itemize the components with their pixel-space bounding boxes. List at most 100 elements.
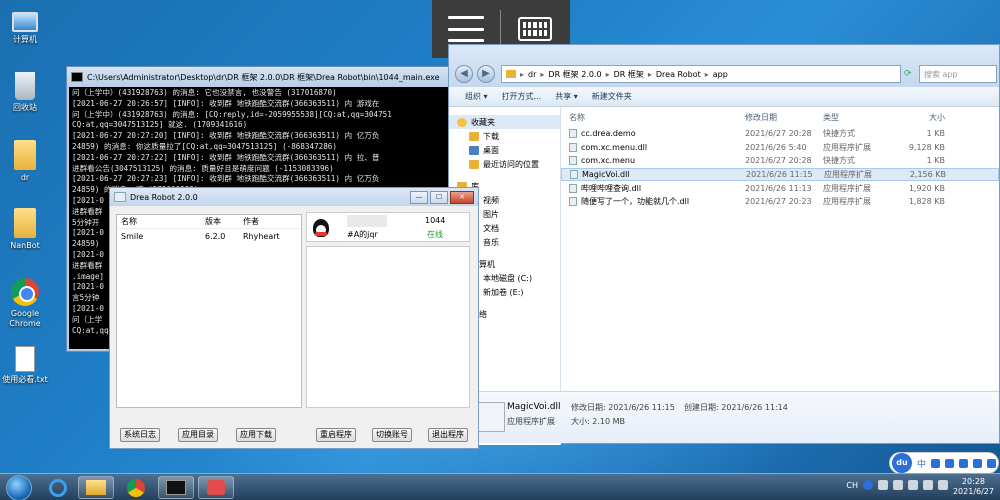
nav-item[interactable]: 下载 xyxy=(449,129,560,143)
breadcrumb-separator-icon: ▸ xyxy=(540,69,545,79)
console-title-bar[interactable]: C:\Users\Administrator\Desktop\dr\DR 框架 … xyxy=(67,67,475,87)
taskbar-console[interactable] xyxy=(158,476,194,499)
desktop-icon-nanbot[interactable]: NanBot xyxy=(4,208,46,251)
nickname-redacted xyxy=(347,215,387,227)
taskbar-explorer[interactable] xyxy=(78,476,114,499)
file-name-cell: MagicVoi.dll xyxy=(562,170,738,180)
robot-app-icon xyxy=(114,192,126,202)
file-row[interactable]: MagicVoi.dll 2021/6/26 11:15 应用程序扩展 2,156 K… xyxy=(561,167,999,182)
start-button[interactable] xyxy=(6,475,32,500)
share-button[interactable]: 共享 ▾ xyxy=(555,91,578,102)
console-line: 进群看公告(3047513125) 的消息: 质量好且是萌度问题 (-11530… xyxy=(72,163,334,173)
open-with-button[interactable]: 打开方式... xyxy=(502,91,542,102)
help-icon[interactable] xyxy=(878,480,888,490)
breadcrumb-item[interactable]: DR 框架 xyxy=(614,69,644,80)
column-name[interactable]: 名称 xyxy=(561,112,737,123)
breadcrumb-separator-icon: ▸ xyxy=(704,69,709,79)
switch-account-button[interactable]: 切换账号 xyxy=(372,428,412,442)
desktop-icon-dr[interactable]: dr xyxy=(4,140,46,183)
close-button[interactable]: ✕ xyxy=(450,190,474,204)
plugin-col-version[interactable]: 版本 xyxy=(201,216,239,227)
file-date: 2021/6/27 20:28 xyxy=(745,156,812,166)
file-date: 2021/6/26 5:40 xyxy=(745,142,807,152)
file-row[interactable]: cc.drea.demo 2021/6/27 20:28 快捷方式 1 KB xyxy=(561,127,999,141)
app-directory-button[interactable]: 应用目录 xyxy=(178,428,218,442)
file-row[interactable]: 哔哩哔哩查询.dll 2021/6/26 11:13 应用程序扩展 1,920 KB xyxy=(561,181,999,195)
breadcrumb-item[interactable]: app xyxy=(713,70,728,79)
flag-icon[interactable] xyxy=(908,480,918,490)
search-input[interactable]: 搜索 app xyxy=(919,65,997,83)
plugin-version: 6.2.0 xyxy=(205,231,226,241)
ime-language[interactable]: 中 xyxy=(917,457,926,470)
baidu-ime-tray-icon[interactable] xyxy=(863,480,873,490)
taskbar-chrome[interactable] xyxy=(118,476,154,499)
volume-icon[interactable] xyxy=(938,480,948,490)
file-row[interactable]: com.xc.menu 2021/6/27 20:28 快捷方式 1 KB xyxy=(561,154,999,168)
plugin-row[interactable]: Smile 6.2.0 Rhyheart xyxy=(117,229,301,243)
plugin-col-name[interactable]: 名称 xyxy=(117,216,201,227)
back-button[interactable]: ◀ xyxy=(455,65,473,83)
ime-toolbar[interactable]: du 中 xyxy=(889,452,999,474)
explorer-window[interactable]: ◀ ▶ ▸ dr ▸ DR 框架 2.0.0 ▸ DR 框架 ▸ Drea Robot ▸ app… xyxy=(448,44,1000,445)
file-name: 哔哩哔哩查询.dll xyxy=(581,183,642,193)
desktop-icon-chrome[interactable]: Google Chrome xyxy=(4,278,46,329)
new-folder-button[interactable]: 新建文件夹 xyxy=(592,91,632,102)
details-pane: MagicVoi.dll 应用程序扩展 修改日期: 2021/6/26 11:1… xyxy=(449,391,999,443)
file-size: 2,156 KB xyxy=(909,170,946,180)
punctuation-icon[interactable] xyxy=(931,458,941,468)
file-row[interactable]: 随便写了一个，功能就几个.dll 2021/6/27 20:23 应用程序扩展 1,8… xyxy=(561,195,999,209)
desktop-icon-computer[interactable]: 计算机 xyxy=(4,6,46,45)
address-bar[interactable]: ▸ dr ▸ DR 框架 2.0.0 ▸ DR 框架 ▸ Drea Robot ▸ app xyxy=(501,65,901,83)
file-type: 应用程序扩展 xyxy=(823,197,871,207)
file-type: 快捷方式 xyxy=(823,129,855,139)
account-card[interactable]: #A的jqr 1044 在线 xyxy=(306,212,470,242)
file-row[interactable]: com.xc.menu.dll 2021/6/26 5:40 应用程序扩展 9,128… xyxy=(561,141,999,155)
column-size[interactable]: 大小 xyxy=(893,112,949,123)
system-log-button[interactable]: 系统日志 xyxy=(120,428,160,442)
network-icon[interactable] xyxy=(923,480,933,490)
taskbar-ie[interactable] xyxy=(40,476,76,499)
robot-title-bar[interactable]: Drea Robot 2.0.0 — ☐ ✕ xyxy=(110,188,478,206)
tray-app-icon[interactable] xyxy=(893,480,903,490)
emoji-icon[interactable] xyxy=(945,458,955,468)
column-type[interactable]: 类型 xyxy=(815,112,893,123)
folder-icon xyxy=(86,480,106,495)
nav-item[interactable]: 桌面 xyxy=(449,143,560,157)
organize-button[interactable]: 组织 ▾ xyxy=(465,91,488,102)
plugin-list-header: 名称 版本 作者 xyxy=(117,215,301,229)
keyboard-icon[interactable] xyxy=(959,458,969,468)
minimize-button[interactable]: — xyxy=(410,190,428,204)
details-size: 大小: 2.10 MB xyxy=(571,417,625,426)
exit-button[interactable]: 退出程序 xyxy=(428,428,468,442)
file-type: 应用程序扩展 xyxy=(823,142,871,152)
nav-item-label: 新加卷 (E:) xyxy=(483,287,524,297)
taskbar-drea-robot[interactable] xyxy=(198,476,234,499)
nav-item[interactable]: 收藏夹 xyxy=(449,115,560,129)
nav-item-label: 视频 xyxy=(483,195,499,205)
breadcrumb-item[interactable]: Drea Robot xyxy=(656,70,701,79)
app-download-button[interactable]: 应用下载 xyxy=(236,428,276,442)
column-date[interactable]: 修改日期 xyxy=(737,112,815,123)
explorer-title-bar[interactable]: ◀ ▶ ▸ dr ▸ DR 框架 2.0.0 ▸ DR 框架 ▸ Drea Robot ▸ app… xyxy=(449,45,999,87)
restart-button[interactable]: 重启程序 xyxy=(316,428,356,442)
baidu-ime-icon[interactable]: du xyxy=(892,453,912,473)
drea-robot-window[interactable]: Drea Robot 2.0.0 — ☐ ✕ 名称 版本 作者 Smile 6.… xyxy=(109,187,479,449)
maximize-button[interactable]: ☐ xyxy=(430,190,448,204)
explorer-toolbar: 组织 ▾ 打开方式... 共享 ▾ 新建文件夹 xyxy=(449,87,999,107)
skin-icon[interactable] xyxy=(973,458,983,468)
nav-item[interactable]: 最近访问的位置 xyxy=(449,157,560,171)
input-language[interactable]: CH xyxy=(846,481,858,490)
breadcrumb-item[interactable]: DR 框架 2.0.0 xyxy=(548,69,601,80)
console-line: 问（上学中）(431928763) 的消息: [CQ:reply,id=-205… xyxy=(72,109,392,119)
forward-button[interactable]: ▶ xyxy=(477,65,495,83)
dll-file-icon xyxy=(475,402,505,432)
plugin-col-author[interactable]: 作者 xyxy=(239,216,299,227)
breadcrumb-item[interactable]: dr xyxy=(528,70,536,79)
desktop-icon-readme[interactable]: 使用必看.txt xyxy=(0,346,50,385)
account-number: 1044 xyxy=(425,216,446,225)
desktop-icon-recycle-bin[interactable]: 回收站 xyxy=(4,72,46,113)
refresh-button[interactable]: ⟳ xyxy=(904,65,916,83)
folder-icon xyxy=(469,159,479,169)
clock[interactable]: 20:28 2021/6/27 xyxy=(953,477,994,497)
grid-icon[interactable] xyxy=(987,458,997,468)
